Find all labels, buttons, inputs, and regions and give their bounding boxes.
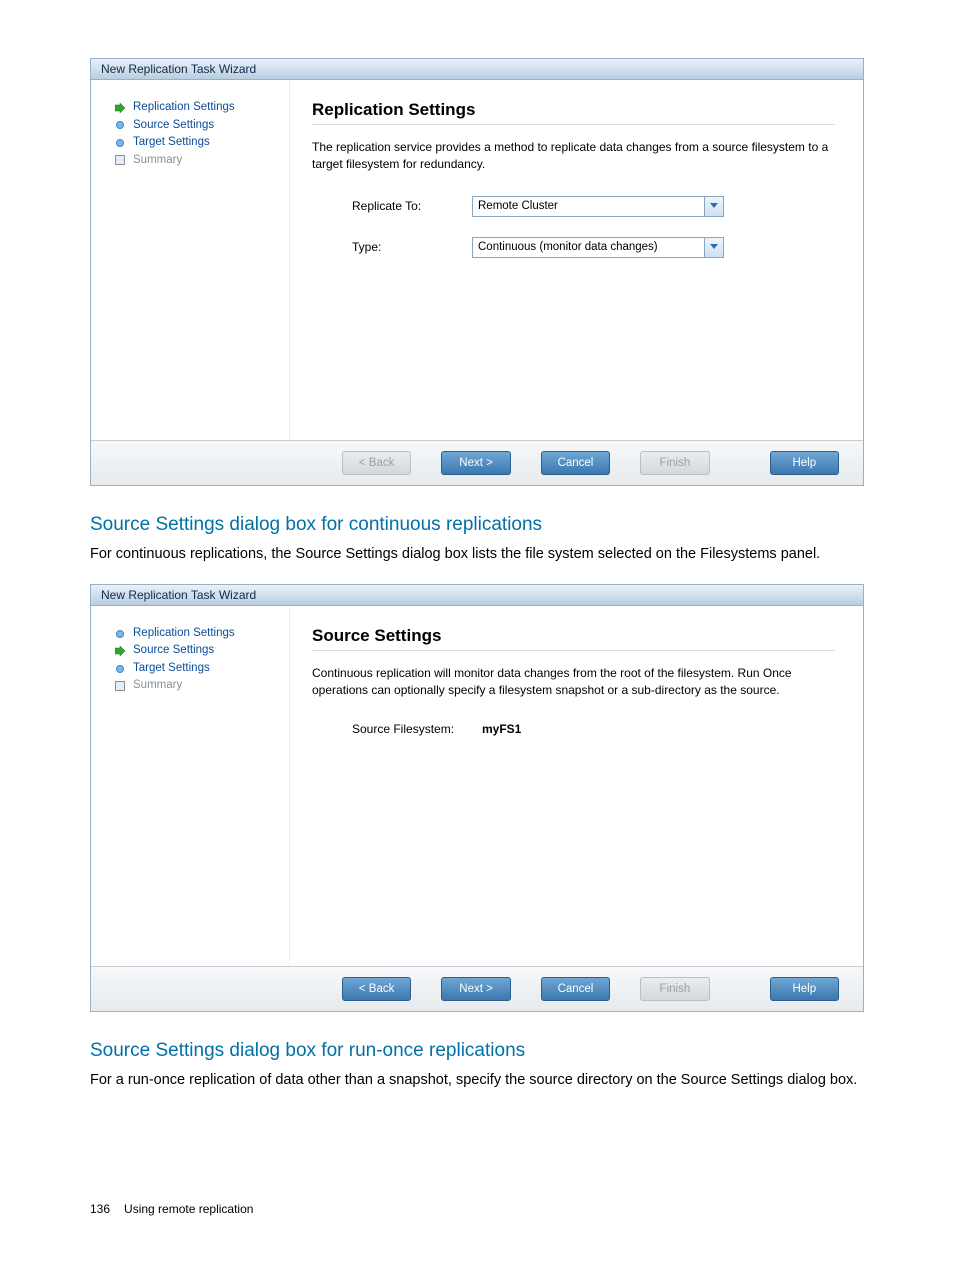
wizard-title: New Replication Task Wizard [91,59,863,80]
finish-button: Finish [640,451,709,475]
nav-label: Target Settings [133,137,210,149]
wizard-footer: < Back Next > Cancel Finish Help [91,440,863,485]
nav-item-target-settings[interactable]: Target Settings [113,663,289,675]
wizard-replication-settings: New Replication Task Wizard Replication … [90,58,864,486]
nav-label: Source Settings [133,645,214,657]
section-heading: Source Settings dialog box for continuou… [90,514,864,536]
nav-item-replication-settings[interactable]: Replication Settings [113,102,289,114]
wizard-footer: < Back Next > Cancel Finish Help [91,966,863,1011]
wizard-source-settings: New Replication Task Wizard Replication … [90,584,864,1012]
page-title: Source Settings [312,626,835,646]
arrow-icon [113,646,127,656]
wizard-nav: Replication Settings Source Settings Tar… [91,80,290,440]
cancel-button[interactable]: Cancel [541,451,610,475]
nav-label: Target Settings [133,663,210,675]
nav-item-summary[interactable]: Summary [113,680,289,692]
title-underline [312,650,835,651]
section-text: For a run-once replication of data other… [90,1070,864,1092]
type-label: Type: [352,240,472,254]
page-footer-title: Using remote replication [124,1202,253,1216]
page-title: Replication Settings [312,100,835,120]
title-underline [312,124,835,125]
arrow-icon [113,103,127,113]
nav-label: Summary [133,155,182,167]
dot-icon [113,629,127,639]
nav-item-target-settings[interactable]: Target Settings [113,137,289,149]
replicate-to-label: Replicate To: [352,199,472,213]
cancel-button[interactable]: Cancel [541,977,610,1001]
finish-button: Finish [640,977,709,1001]
source-filesystem-label: Source Filesystem: [352,722,482,736]
nav-label: Replication Settings [133,102,235,114]
dropdown-value: Continuous (monitor data changes) [473,241,704,253]
next-button[interactable]: Next > [441,451,510,475]
nav-item-summary[interactable]: Summary [113,155,289,167]
next-button[interactable]: Next > [441,977,510,1001]
dropdown-value: Remote Cluster [473,200,704,212]
page-description: The replication service provides a metho… [312,139,835,174]
section-heading: Source Settings dialog box for run-once … [90,1040,864,1062]
wizard-title: New Replication Task Wizard [91,585,863,606]
nav-label: Summary [133,680,182,692]
square-icon [113,155,127,165]
nav-item-replication-settings[interactable]: Replication Settings [113,628,289,640]
page-footer: 136 Using remote replication [90,1202,864,1216]
help-button[interactable]: Help [770,451,839,475]
nav-label: Replication Settings [133,628,235,640]
chevron-down-icon[interactable] [704,197,723,216]
square-icon [113,681,127,691]
nav-item-source-settings[interactable]: Source Settings [113,120,289,132]
help-button[interactable]: Help [770,977,839,1001]
replicate-to-dropdown[interactable]: Remote Cluster [472,196,724,217]
dot-icon [113,120,127,130]
nav-item-source-settings[interactable]: Source Settings [113,645,289,657]
dot-icon [113,664,127,674]
dot-icon [113,138,127,148]
nav-label: Source Settings [133,120,214,132]
back-button[interactable]: < Back [342,977,411,1001]
page-description: Continuous replication will monitor data… [312,665,835,700]
wizard-nav: Replication Settings Source Settings Tar… [91,606,290,966]
page-number: 136 [90,1202,110,1216]
chevron-down-icon[interactable] [704,238,723,257]
source-filesystem-value: myFS1 [482,722,521,736]
section-text: For continuous replications, the Source … [90,544,864,566]
type-dropdown[interactable]: Continuous (monitor data changes) [472,237,724,258]
back-button: < Back [342,451,411,475]
